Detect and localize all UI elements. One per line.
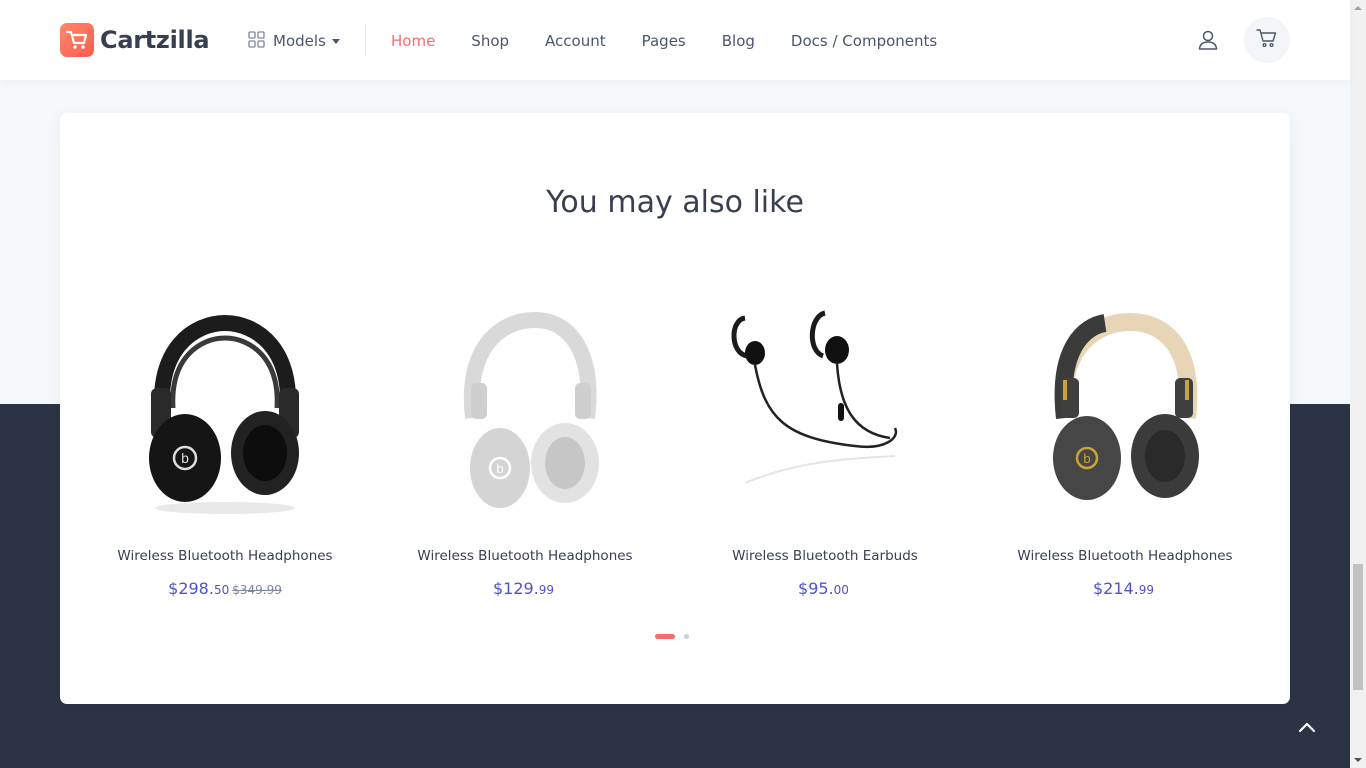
logo[interactable]: Cartzilla bbox=[60, 23, 210, 57]
product-card[interactable]: b Wireless Bluetooth Headphones $214.99 bbox=[975, 308, 1275, 618]
nav-docs[interactable]: Docs / Components bbox=[791, 30, 937, 52]
scrollbar[interactable] bbox=[1350, 0, 1366, 768]
product-name[interactable]: Wireless Bluetooth Headphones bbox=[75, 548, 375, 564]
section-title: You may also like bbox=[546, 185, 804, 220]
product-card[interactable]: Wireless Bluetooth Earbuds $95.00 bbox=[675, 308, 975, 618]
product-name[interactable]: Wireless Bluetooth Headphones bbox=[375, 548, 675, 564]
nav-account[interactable]: Account bbox=[545, 30, 606, 52]
back-to-top-button[interactable] bbox=[1290, 710, 1324, 744]
carousel-dot-2[interactable] bbox=[684, 634, 689, 639]
price-cents: 50 bbox=[213, 583, 230, 597]
price-cents: 99 bbox=[538, 583, 555, 597]
cart-icon bbox=[1256, 28, 1278, 52]
price-main: $298. bbox=[168, 579, 214, 598]
cart-button[interactable] bbox=[1244, 17, 1290, 63]
nav-home[interactable]: Home bbox=[391, 30, 435, 52]
price-main: $214. bbox=[1092, 579, 1139, 598]
models-label: Models bbox=[273, 32, 326, 50]
product-name[interactable]: Wireless Bluetooth Earbuds bbox=[675, 548, 975, 564]
price-cents: 99 bbox=[1138, 583, 1155, 597]
product-carousel: b Wireless Bluetooth Headphones $298.50 $… bbox=[75, 308, 1275, 628]
chevron-up-icon bbox=[1298, 718, 1316, 737]
price-main: $129. bbox=[492, 579, 539, 598]
models-menu[interactable]: Models bbox=[248, 30, 340, 52]
product-card[interactable]: b Wireless Bluetooth Headphones $129.99 bbox=[375, 308, 675, 618]
scroll-up-arrow[interactable] bbox=[1350, 0, 1366, 17]
cart-logo-icon bbox=[60, 23, 94, 57]
product-price: $298.50 $349.99 bbox=[75, 579, 375, 598]
recommendations-card: You may also like b Wireless Bluetooth H… bbox=[60, 113, 1290, 704]
price-old: $349.99 bbox=[232, 583, 282, 597]
logo-text: Cartzilla bbox=[100, 26, 210, 54]
scroll-down-arrow[interactable] bbox=[1350, 751, 1366, 768]
nav-shop[interactable]: Shop bbox=[471, 30, 509, 52]
nav-divider bbox=[365, 24, 366, 56]
black-earbuds-image bbox=[731, 310, 898, 484]
product-card[interactable]: b Wireless Bluetooth Headphones $298.50 $… bbox=[75, 308, 375, 618]
gray-gold-headphones-image: b bbox=[1053, 312, 1199, 500]
svg-text:b: b bbox=[181, 450, 189, 466]
silver-headphones-image: b bbox=[463, 311, 599, 508]
black-headphones-image: b bbox=[149, 314, 299, 514]
product-price: $214.99 bbox=[975, 579, 1275, 598]
nav-blog[interactable]: Blog bbox=[722, 30, 755, 52]
nav-pages[interactable]: Pages bbox=[642, 30, 686, 52]
svg-text:b: b bbox=[496, 461, 503, 476]
main-nav: Home Shop Account Pages Blog Docs / Comp… bbox=[391, 30, 973, 52]
caret-down-icon bbox=[331, 38, 340, 44]
navbar: Cartzilla Models Home Shop Account Pages… bbox=[0, 0, 1350, 80]
price-cents: 00 bbox=[833, 583, 849, 597]
scrollbar-thumb[interactable] bbox=[1353, 564, 1363, 690]
product-price: $95.00 bbox=[675, 579, 975, 598]
price-main: $95. bbox=[798, 579, 834, 598]
product-price: $129.99 bbox=[375, 579, 675, 598]
user-icon[interactable] bbox=[1196, 28, 1220, 52]
product-name[interactable]: Wireless Bluetooth Headphones bbox=[975, 548, 1275, 564]
svg-text:b: b bbox=[1083, 451, 1090, 466]
carousel-dots bbox=[655, 634, 689, 639]
grid-icon bbox=[248, 30, 265, 52]
carousel-dot-1[interactable] bbox=[655, 634, 675, 639]
